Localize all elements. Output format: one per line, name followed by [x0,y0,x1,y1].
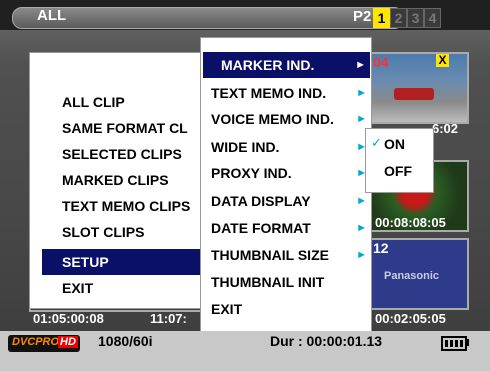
option-off[interactable]: OFF [384,159,412,183]
codec-label: DVCPRO [12,336,60,348]
marker-ind-submenu: ✓ ON OFF [365,128,434,193]
codec-badge: DVCPRO HD [8,335,80,352]
setup-submenu: MARKER IND. ► TEXT MEMO IND. ► VOICE MEM… [200,37,372,333]
thumbnail-timecode: 00:02:05:05 [375,311,446,326]
menu-item-label: TEXT MEMO IND. [211,85,327,101]
option-on[interactable]: ON [384,132,405,156]
brand-text: Panasonic [384,270,440,282]
thumbnail-3[interactable]: 04 X [370,52,469,124]
menu-item-all-clip[interactable]: ALL CLIP [62,89,222,115]
menu-item-exit-setup[interactable]: EXIT [211,296,371,322]
thumbnail-menu: ALL CLIP SAME FORMAT CL SELECTED CLIPS M… [29,52,201,309]
marker-icon: X [436,54,449,67]
thumbnail-number: 04 [373,54,389,70]
menu-item-wide-ind[interactable]: WIDE IND. ► [211,134,371,160]
battery-level [445,340,463,347]
menu-item-proxy-ind[interactable]: PROXY IND. ► [211,160,371,186]
menu-item-label: THUMBNAIL SIZE [211,247,329,263]
thumbnail-timecode: 6:02 [432,121,459,136]
menu-item-label: MARKER IND. [221,57,315,73]
submenu-arrow-icon: ► [356,222,367,234]
menu-item-data-display[interactable]: DATA DISPLAY ► [211,188,371,214]
status-bar: DVCPRO HD 1080/60i Dur : 00:00:01.13 [0,331,490,371]
menu-item-label: VOICE MEMO IND. [211,111,334,127]
menu-item-label: WIDE IND. [211,139,280,155]
duration-label: Dur : 00:00:01.13 [270,333,383,349]
menu-item-thumbnail-init[interactable]: THUMBNAIL INIT [211,269,371,295]
top-bar: ALL P2 1 2 3 4 [0,0,490,30]
menu-item-label: PROXY IND. [211,165,292,181]
slot-4-indicator: 4 [424,8,441,28]
menu-item-same-format-clip[interactable]: SAME FORMAT CL [62,115,222,141]
menu-item-thumbnail-size[interactable]: THUMBNAIL SIZE ► [211,242,371,268]
title-label: ALL [37,7,67,24]
codec-hd-label: HD [58,336,78,348]
menu-item-voice-memo-ind[interactable]: VOICE MEMO IND. ► [211,106,371,132]
menu-item-marked-clips[interactable]: MARKED CLIPS [62,167,222,193]
check-icon: ✓ [371,135,382,150]
submenu-arrow-icon: ► [355,59,366,71]
submenu-arrow-icon: ► [356,87,367,99]
slot-1-indicator: 1 [373,8,390,28]
menu-item-date-format[interactable]: DATE FORMAT ► [211,215,371,241]
thumbnail-screen: ALL P2 1 2 3 4 12 04 X 12 Panasonic 6:02… [0,0,490,371]
menu-item-label: DATA DISPLAY [211,193,311,209]
menu-item-exit[interactable]: EXIT [62,275,222,301]
menu-item-slot-clips[interactable]: SLOT CLIPS [62,219,222,245]
menu-item-marker-ind[interactable]: MARKER IND. ► [203,52,370,78]
menu-item-text-memo-clips[interactable]: TEXT MEMO CLIPS [62,193,222,219]
card-label: P2 [353,8,372,25]
thumbnail-timecode: 00:08:08:05 [375,215,446,230]
race-car-shape [394,88,434,100]
thumbnail-6[interactable]: 12 Panasonic [370,238,469,310]
slot-2-indicator: 2 [390,8,407,28]
thumbnail-timecode: 01:05:00:08 [33,311,104,326]
format-label: 1080/60i [98,333,153,349]
submenu-arrow-icon: ► [356,249,367,261]
thumbnail-number: 12 [373,240,389,256]
menu-item-label: DATE FORMAT [211,220,311,236]
battery-icon [441,336,467,351]
slot-3-indicator: 3 [407,8,424,28]
menu-item-setup[interactable]: SETUP [42,249,200,275]
battery-tip [466,339,469,346]
thumbnail-timecode: 11:07: [150,311,187,326]
title-pill [12,7,404,29]
menu-item-selected-clips[interactable]: SELECTED CLIPS [62,141,222,167]
menu-item-text-memo-ind[interactable]: TEXT MEMO IND. ► [211,80,371,106]
